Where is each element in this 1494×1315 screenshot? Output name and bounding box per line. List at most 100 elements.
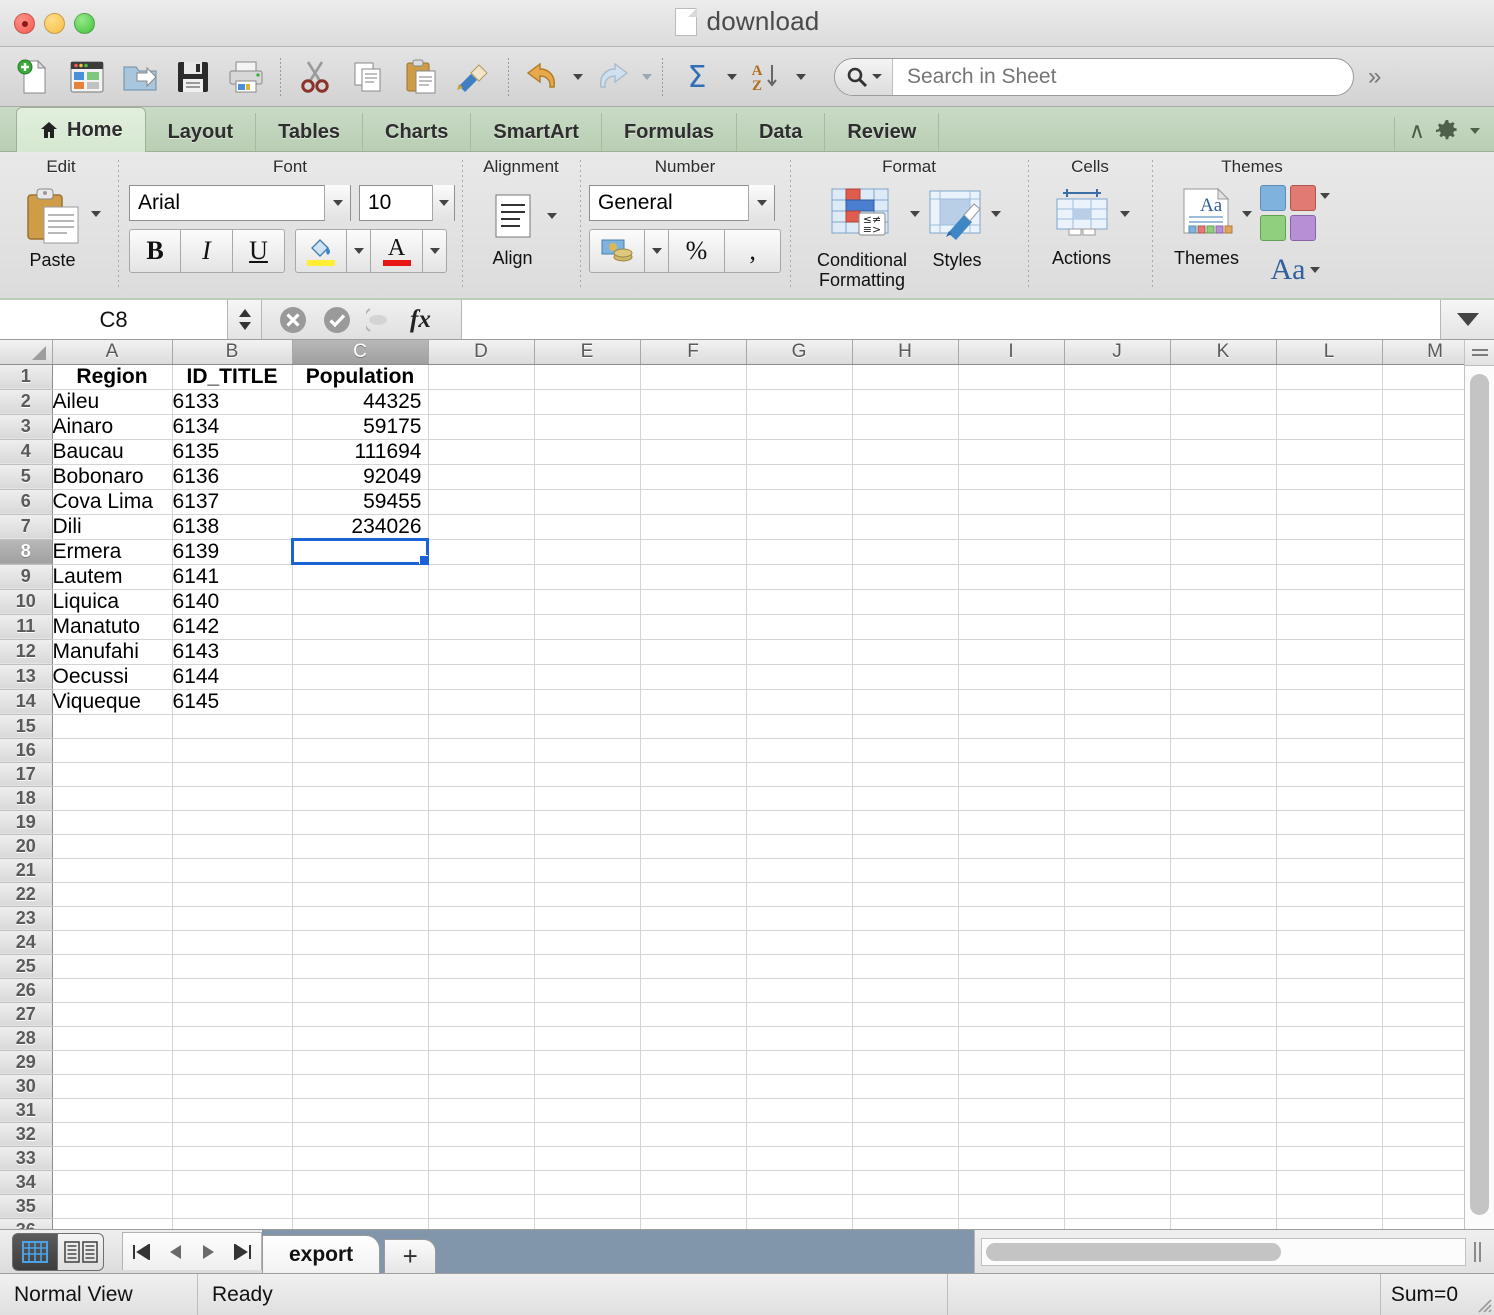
- cell-a28[interactable]: [52, 1026, 173, 1051]
- cell-a2[interactable]: Aileu: [52, 389, 173, 415]
- cell-a8[interactable]: Ermera: [52, 539, 173, 565]
- cell-d16[interactable]: [428, 738, 535, 763]
- cell-h28[interactable]: [852, 1026, 959, 1051]
- cell-c23[interactable]: [292, 906, 429, 931]
- cell-c28[interactable]: [292, 1026, 429, 1051]
- add-sheet-button[interactable]: +: [384, 1239, 437, 1273]
- cell-b23[interactable]: [172, 906, 293, 931]
- cell-g11[interactable]: [746, 614, 853, 640]
- cell-i36[interactable]: [958, 1218, 1065, 1229]
- row-header-30[interactable]: 30: [0, 1074, 53, 1099]
- cell-c25[interactable]: [292, 954, 429, 979]
- cell-g10[interactable]: [746, 589, 853, 615]
- cell-l23[interactable]: [1276, 906, 1383, 931]
- cell-g3[interactable]: [746, 414, 853, 440]
- row-header-16[interactable]: 16: [0, 738, 53, 763]
- cell-e5[interactable]: [534, 464, 641, 490]
- cell-a15[interactable]: [52, 714, 173, 739]
- row-header-28[interactable]: 28: [0, 1026, 53, 1051]
- cell-i2[interactable]: [958, 389, 1065, 415]
- cell-k6[interactable]: [1170, 489, 1277, 515]
- cell-a33[interactable]: [52, 1146, 173, 1171]
- cell-h34[interactable]: [852, 1170, 959, 1195]
- cell-h1[interactable]: [852, 364, 959, 390]
- cell-k10[interactable]: [1170, 589, 1277, 615]
- cell-l24[interactable]: [1276, 930, 1383, 955]
- cancel-icon[interactable]: [278, 305, 308, 335]
- cell-e3[interactable]: [534, 414, 641, 440]
- cell-g2[interactable]: [746, 389, 853, 415]
- cell-c17[interactable]: [292, 762, 429, 787]
- cell-j36[interactable]: [1064, 1218, 1171, 1229]
- cell-j11[interactable]: [1064, 614, 1171, 640]
- cell-d27[interactable]: [428, 1002, 535, 1027]
- cell-b33[interactable]: [172, 1146, 293, 1171]
- cell-g29[interactable]: [746, 1050, 853, 1075]
- cell-k2[interactable]: [1170, 389, 1277, 415]
- horizontal-scroll-thumb[interactable]: [986, 1242, 1281, 1261]
- cell-a1[interactable]: Region: [52, 364, 173, 390]
- cell-a18[interactable]: [52, 786, 173, 811]
- cell-j34[interactable]: [1064, 1170, 1171, 1195]
- cell-a4[interactable]: Baucau: [52, 439, 173, 465]
- cell-b27[interactable]: [172, 1002, 293, 1027]
- cell-k32[interactable]: [1170, 1122, 1277, 1147]
- cell-a16[interactable]: [52, 738, 173, 763]
- row-header-5[interactable]: 5: [0, 464, 53, 490]
- row-header-10[interactable]: 10: [0, 589, 53, 615]
- cell-h15[interactable]: [852, 714, 959, 739]
- cell-f32[interactable]: [640, 1122, 747, 1147]
- cell-b7[interactable]: 6138: [172, 514, 293, 540]
- cell-a13[interactable]: Oecussi: [52, 664, 173, 690]
- cell-l12[interactable]: [1276, 639, 1383, 665]
- cell-b34[interactable]: [172, 1170, 293, 1195]
- cell-b8[interactable]: 6139: [172, 539, 293, 565]
- cell-g36[interactable]: [746, 1218, 853, 1229]
- theme-color-swatch-green[interactable]: [1260, 215, 1287, 241]
- fill-color-button[interactable]: [295, 229, 347, 273]
- cell-i8[interactable]: [958, 539, 1065, 565]
- cell-c15[interactable]: [292, 714, 429, 739]
- cell-f5[interactable]: [640, 464, 747, 490]
- cell-l26[interactable]: [1276, 978, 1383, 1003]
- tab-tables[interactable]: Tables: [256, 113, 364, 151]
- open-folder-icon[interactable]: [116, 54, 164, 100]
- cell-f14[interactable]: [640, 689, 747, 715]
- cell-h21[interactable]: [852, 858, 959, 883]
- gear-dropdown-caret[interactable]: [1470, 128, 1480, 134]
- cell-f9[interactable]: [640, 564, 747, 590]
- cell-k25[interactable]: [1170, 954, 1277, 979]
- cell-i30[interactable]: [958, 1074, 1065, 1099]
- cell-a14[interactable]: Viqueque: [52, 689, 173, 715]
- print-icon[interactable]: [222, 54, 270, 100]
- cell-l8[interactable]: [1276, 539, 1383, 565]
- cell-e21[interactable]: [534, 858, 641, 883]
- cell-e27[interactable]: [534, 1002, 641, 1027]
- row-header-21[interactable]: 21: [0, 858, 53, 883]
- copy-icon[interactable]: [344, 54, 392, 100]
- cell-h9[interactable]: [852, 564, 959, 590]
- cell-e28[interactable]: [534, 1026, 641, 1051]
- cell-f25[interactable]: [640, 954, 747, 979]
- cell-b10[interactable]: 6140: [172, 589, 293, 615]
- cell-f20[interactable]: [640, 834, 747, 859]
- cell-f4[interactable]: [640, 439, 747, 465]
- cell-g32[interactable]: [746, 1122, 853, 1147]
- cell-l21[interactable]: [1276, 858, 1383, 883]
- tab-smartart[interactable]: SmartArt: [471, 113, 602, 151]
- cell-e24[interactable]: [534, 930, 641, 955]
- cell-g7[interactable]: [746, 514, 853, 540]
- cell-h23[interactable]: [852, 906, 959, 931]
- row-header-12[interactable]: 12: [0, 639, 53, 665]
- cell-c14[interactable]: [292, 689, 429, 715]
- cell-f16[interactable]: [640, 738, 747, 763]
- cell-j13[interactable]: [1064, 664, 1171, 690]
- cell-k14[interactable]: [1170, 689, 1277, 715]
- cell-h33[interactable]: [852, 1146, 959, 1171]
- number-format-input[interactable]: [590, 191, 749, 215]
- cell-b25[interactable]: [172, 954, 293, 979]
- cell-e6[interactable]: [534, 489, 641, 515]
- row-header-11[interactable]: 11: [0, 614, 53, 640]
- cell-d10[interactable]: [428, 589, 535, 615]
- cell-g35[interactable]: [746, 1194, 853, 1219]
